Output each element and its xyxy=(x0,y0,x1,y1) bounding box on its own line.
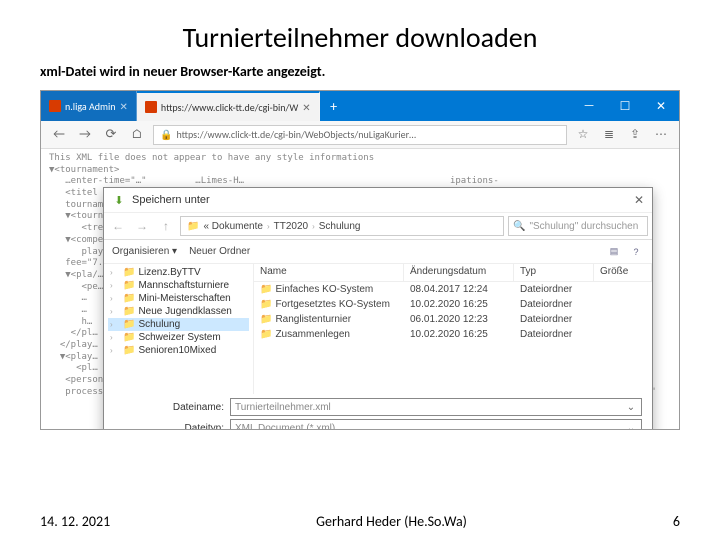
tab-label: n.liga Admin xyxy=(65,100,116,113)
footer-date: 14. 12. 2021 xyxy=(40,513,110,530)
organize-menu[interactable]: Organisieren ▾ xyxy=(112,246,177,257)
browser-tab-2[interactable]: https://www.click-tt.de/cgi-bin/W ✕ xyxy=(137,91,320,121)
minimize-button[interactable]: — xyxy=(571,91,607,121)
close-icon[interactable]: ✕ xyxy=(120,100,128,113)
folder-icon: 📁 xyxy=(260,284,272,295)
new-tab-button[interactable]: + xyxy=(320,91,348,121)
folder-icon: 📁 xyxy=(123,293,135,304)
dialog-body: ›📁Lizenz.ByTTV ›📁Mannschaftsturniere ›📁M… xyxy=(104,264,652,394)
chevron-right-icon: › xyxy=(267,222,270,231)
footer-author: Gerhard Heder (He.So.Wa) xyxy=(316,513,467,530)
tree-item[interactable]: ›📁Senioren10Mixed xyxy=(108,344,249,357)
url-input[interactable]: 🔒 https://www.click-tt.de/cgi-bin/WebObj… xyxy=(153,125,567,145)
favorites-list-button[interactable]: ≣ xyxy=(599,127,619,142)
folder-icon: 📁 xyxy=(123,332,135,343)
list-item[interactable]: 📁Ranglistenturnier06.01.2020 12:23Dateio… xyxy=(254,312,652,327)
footer-page: 6 xyxy=(673,513,680,530)
chevron-right-icon: › xyxy=(312,222,315,231)
browser-window: n.liga Admin ✕ https://www.click-tt.de/c… xyxy=(40,90,680,430)
dialog-title-text: Speichern unter xyxy=(132,194,210,206)
new-folder-button[interactable]: Neuer Ordner xyxy=(189,246,250,257)
tree-item[interactable]: ›📁Lizenz.ByTTV xyxy=(108,266,249,279)
filename-input[interactable]: Turnierteilnehmer.xml⌄ xyxy=(230,398,642,416)
close-icon[interactable]: ✕ xyxy=(302,101,310,114)
folder-icon: 📁 xyxy=(260,299,272,310)
tree-item[interactable]: ›📁Mini-Meisterschaften xyxy=(108,292,249,305)
dialog-toolbar: Organisieren ▾ Neuer Ordner ▤ ? xyxy=(104,240,652,264)
folder-icon: 📁 xyxy=(123,345,135,356)
filename-label: Dateiname: xyxy=(164,402,224,413)
browser-tab-1[interactable]: n.liga Admin ✕ xyxy=(41,91,137,121)
save-icon: ⬇ xyxy=(112,193,126,207)
forward-button[interactable]: → xyxy=(132,216,152,236)
chevron-down-icon: ⌄ xyxy=(625,402,637,413)
back-button[interactable]: ← xyxy=(108,216,128,236)
column-date[interactable]: Änderungsdatum xyxy=(404,264,514,281)
dialog-fields: Dateiname: Turnierteilnehmer.xml⌄ Dateit… xyxy=(104,394,652,430)
share-button[interactable]: ⇪ xyxy=(625,127,645,142)
save-as-dialog: ⬇ Speichern unter ✕ ← → ↑ 📁 « Dokumente … xyxy=(103,187,653,430)
more-button[interactable]: ⋯ xyxy=(651,127,671,142)
dialog-nav: ← → ↑ 📁 « Dokumente › TT2020 › Schulung … xyxy=(104,212,652,240)
home-button[interactable]: ⌂ xyxy=(127,125,147,145)
tree-item[interactable]: ›📁Neue Jugendklassen xyxy=(108,305,249,318)
chevron-down-icon: ⌄ xyxy=(625,423,637,431)
folder-icon: 📁 xyxy=(123,306,135,317)
folder-icon: 📁 xyxy=(123,280,135,291)
column-size[interactable]: Größe xyxy=(594,264,652,281)
folder-icon: 📁 xyxy=(187,221,199,232)
list-item[interactable]: 📁Einfaches KO-System08.04.2017 12:24Date… xyxy=(254,282,652,297)
list-item[interactable]: 📁Fortgesetztes KO-System10.02.2020 16:25… xyxy=(254,297,652,312)
favicon-icon xyxy=(145,101,157,113)
search-placeholder: "Schulung" durchsuchen xyxy=(529,221,638,232)
favorite-button[interactable]: ☆ xyxy=(573,127,593,142)
column-name[interactable]: Name xyxy=(254,264,404,281)
file-list: Name Änderungsdatum Typ Größe 📁Einfaches… xyxy=(254,264,652,394)
page-content: This XML file does not appear to have an… xyxy=(41,149,679,430)
tab-label: https://www.click-tt.de/cgi-bin/W xyxy=(161,101,298,114)
search-input[interactable]: 🔍 "Schulung" durchsuchen xyxy=(508,216,648,236)
help-button[interactable]: ? xyxy=(628,244,644,260)
window-controls: — ☐ ✕ xyxy=(571,91,679,121)
up-button[interactable]: ↑ xyxy=(156,216,176,236)
filetype-select[interactable]: XML Document (*.xml)⌄ xyxy=(230,419,642,430)
folder-icon: 📁 xyxy=(123,319,135,330)
close-icon[interactable]: ✕ xyxy=(634,193,644,207)
tree-item[interactable]: ›📁Mannschaftsturniere xyxy=(108,279,249,292)
close-button[interactable]: ✕ xyxy=(643,91,679,121)
search-icon: 🔍 xyxy=(513,221,525,232)
file-list-header: Name Änderungsdatum Typ Größe xyxy=(254,264,652,282)
refresh-button[interactable]: ⟳ xyxy=(101,125,121,145)
address-bar: ← → ⟳ ⌂ 🔒 https://www.click-tt.de/cgi-bi… xyxy=(41,121,679,149)
browser-titlebar: n.liga Admin ✕ https://www.click-tt.de/c… xyxy=(41,91,679,121)
filetype-label: Dateityp: xyxy=(164,423,224,431)
lock-icon: 🔒 xyxy=(160,128,172,141)
folder-icon: 📁 xyxy=(260,329,272,340)
slide-subtitle: xml-Datei wird in neuer Browser-Karte an… xyxy=(0,63,720,90)
forward-button[interactable]: → xyxy=(75,125,95,145)
tree-item-selected[interactable]: ›📁Schulung xyxy=(108,318,249,331)
folder-tree[interactable]: ›📁Lizenz.ByTTV ›📁Mannschaftsturniere ›📁M… xyxy=(104,264,254,394)
maximize-button[interactable]: ☐ xyxy=(607,91,643,121)
slide-footer: 14. 12. 2021 Gerhard Heder (He.So.Wa) 6 xyxy=(0,513,720,530)
slide-title: Turnierteilnehmer downloaden xyxy=(0,0,720,63)
folder-icon: 📁 xyxy=(123,267,135,278)
list-item[interactable]: 📁Zusammenlegen10.02.2020 16:25Dateiordne… xyxy=(254,327,652,342)
url-text: https://www.click-tt.de/cgi-bin/WebObjec… xyxy=(176,128,416,141)
column-type[interactable]: Typ xyxy=(514,264,594,281)
dialog-titlebar: ⬇ Speichern unter ✕ xyxy=(104,188,652,212)
back-button[interactable]: ← xyxy=(49,125,69,145)
view-button[interactable]: ▤ xyxy=(606,244,622,260)
path-breadcrumb[interactable]: 📁 « Dokumente › TT2020 › Schulung xyxy=(180,216,504,236)
folder-icon: 📁 xyxy=(260,314,272,325)
tree-item[interactable]: ›📁Schweizer System xyxy=(108,331,249,344)
favicon-icon xyxy=(49,100,61,112)
